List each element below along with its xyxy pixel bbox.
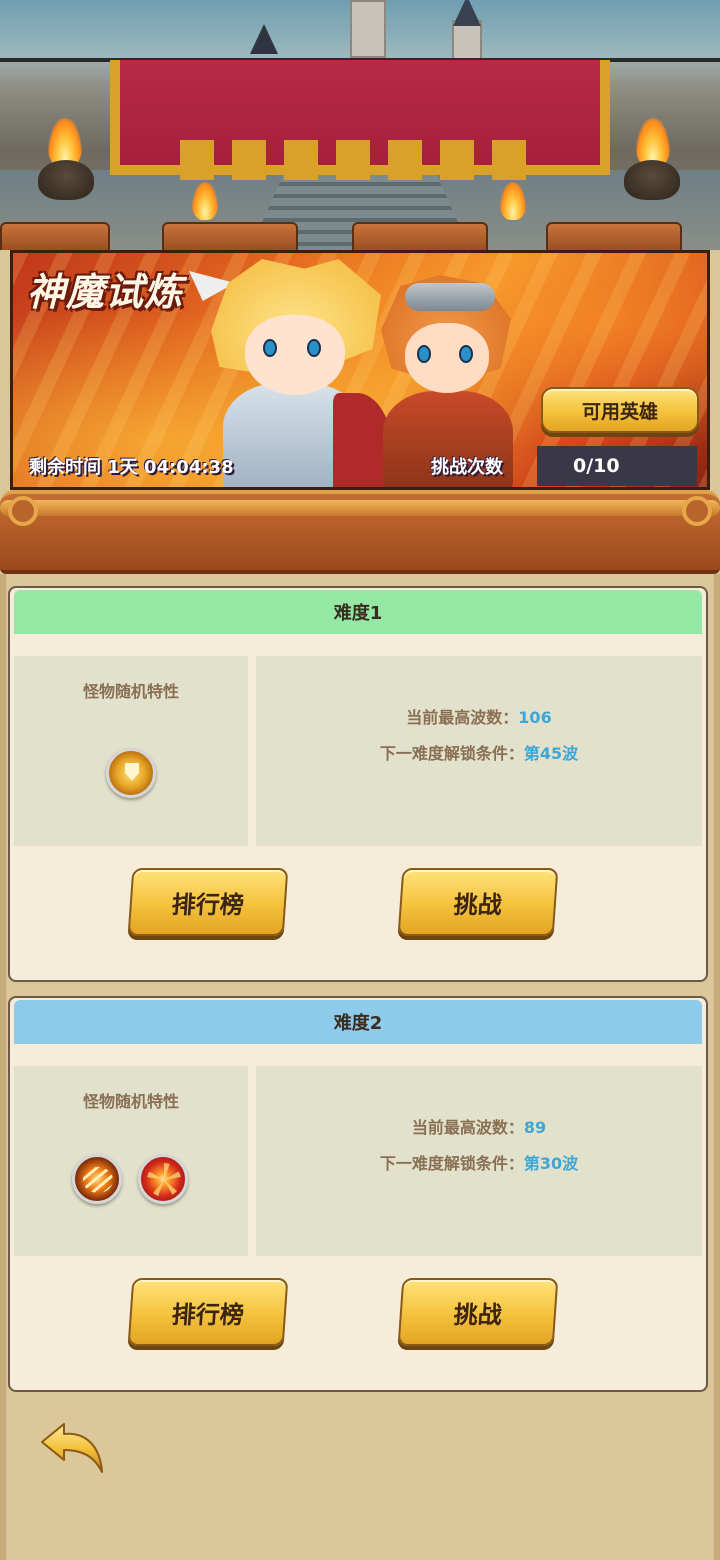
max-wave-line: 当前最高波数：106 — [256, 704, 702, 728]
wood-post — [162, 222, 298, 250]
ranking-button[interactable]: 排行榜 — [127, 1278, 289, 1346]
banner-battlements — [180, 140, 540, 180]
difficulty-card: 难度1 怪物随机特性 当前最高波数：106 下一难度解锁条件：第45波 排行榜 … — [8, 586, 708, 982]
challenge-button[interactable]: 挑战 — [397, 868, 559, 936]
wood-post — [0, 222, 110, 250]
eye — [459, 345, 473, 363]
flame-icon — [192, 182, 218, 220]
max-wave-line: 当前最高波数：89 — [256, 1114, 702, 1138]
eye — [307, 339, 321, 357]
max-wave-label: 当前最高波数： — [411, 1118, 524, 1137]
torch-icon — [624, 160, 680, 200]
attempts-label: 挑战次数 — [431, 457, 503, 478]
scroll-ornament — [682, 496, 712, 526]
unlock-value: 第30波 — [523, 1154, 579, 1173]
shield-trait-icon[interactable] — [106, 748, 156, 798]
traits-label: 怪物随机特性 — [82, 1092, 179, 1111]
back-arrow-icon[interactable] — [38, 1420, 108, 1480]
unlock-label: 下一难度解锁条件： — [379, 1154, 524, 1173]
difficulty-title: 难度1 — [14, 590, 702, 634]
monster-traits-panel: 怪物随机特性 — [14, 1066, 248, 1256]
difficulty-title: 难度2 — [14, 1000, 702, 1044]
unlock-condition-line: 下一难度解锁条件：第45波 — [256, 740, 702, 764]
wave-info-panel: 当前最高波数：106 下一难度解锁条件：第45波 — [256, 656, 702, 846]
scroll-ornament — [8, 496, 38, 526]
slash-trait-icon[interactable] — [72, 1154, 122, 1204]
torch-icon — [38, 160, 94, 200]
max-wave-label: 当前最高波数： — [406, 708, 519, 727]
tower-roof — [453, 0, 481, 26]
eye — [263, 339, 277, 357]
unlock-condition-line: 下一难度解锁条件：第30波 — [256, 1150, 702, 1174]
hero-engineer-face — [405, 323, 489, 393]
difficulty-card: 难度2 怪物随机特性 当前最高波数：89 下一难度解锁条件：第30波 排行榜 挑… — [8, 996, 708, 1392]
goggles — [405, 283, 495, 311]
castle-tower — [452, 20, 482, 60]
wood-post — [546, 222, 682, 250]
event-banner: 神魔试炼 可用英雄 剩余时间 1天 04:04:38 挑战次数 0/10 — [10, 250, 710, 490]
unlock-label: 下一难度解锁条件： — [379, 744, 524, 763]
ranking-button[interactable]: 排行榜 — [127, 868, 289, 936]
flame-icon — [500, 182, 526, 220]
challenge-button[interactable]: 挑战 — [397, 1278, 559, 1346]
wood-rail — [0, 500, 720, 516]
burst-trait-icon[interactable] — [138, 1154, 188, 1204]
remaining-time: 剩余时间 1天 04:04:38 — [29, 457, 234, 478]
monster-traits-panel: 怪物随机特性 — [14, 656, 248, 846]
tower-roof — [250, 24, 278, 54]
wave-info-panel: 当前最高波数：89 下一难度解锁条件：第30波 — [256, 1066, 702, 1256]
unlock-value: 第45波 — [523, 744, 579, 763]
wood-post — [352, 222, 488, 250]
hero-knight-face — [245, 315, 345, 395]
attempts-counter: 0/10 — [537, 446, 697, 486]
castle-tower — [350, 0, 386, 58]
available-heroes-button[interactable]: 可用英雄 — [541, 387, 699, 433]
castle-background — [0, 0, 720, 250]
max-wave-value: 106 — [518, 708, 552, 727]
event-title: 神魔试炼 — [27, 270, 184, 314]
traits-label: 怪物随机特性 — [82, 682, 179, 701]
eye — [417, 345, 431, 363]
max-wave-value: 89 — [523, 1118, 547, 1137]
